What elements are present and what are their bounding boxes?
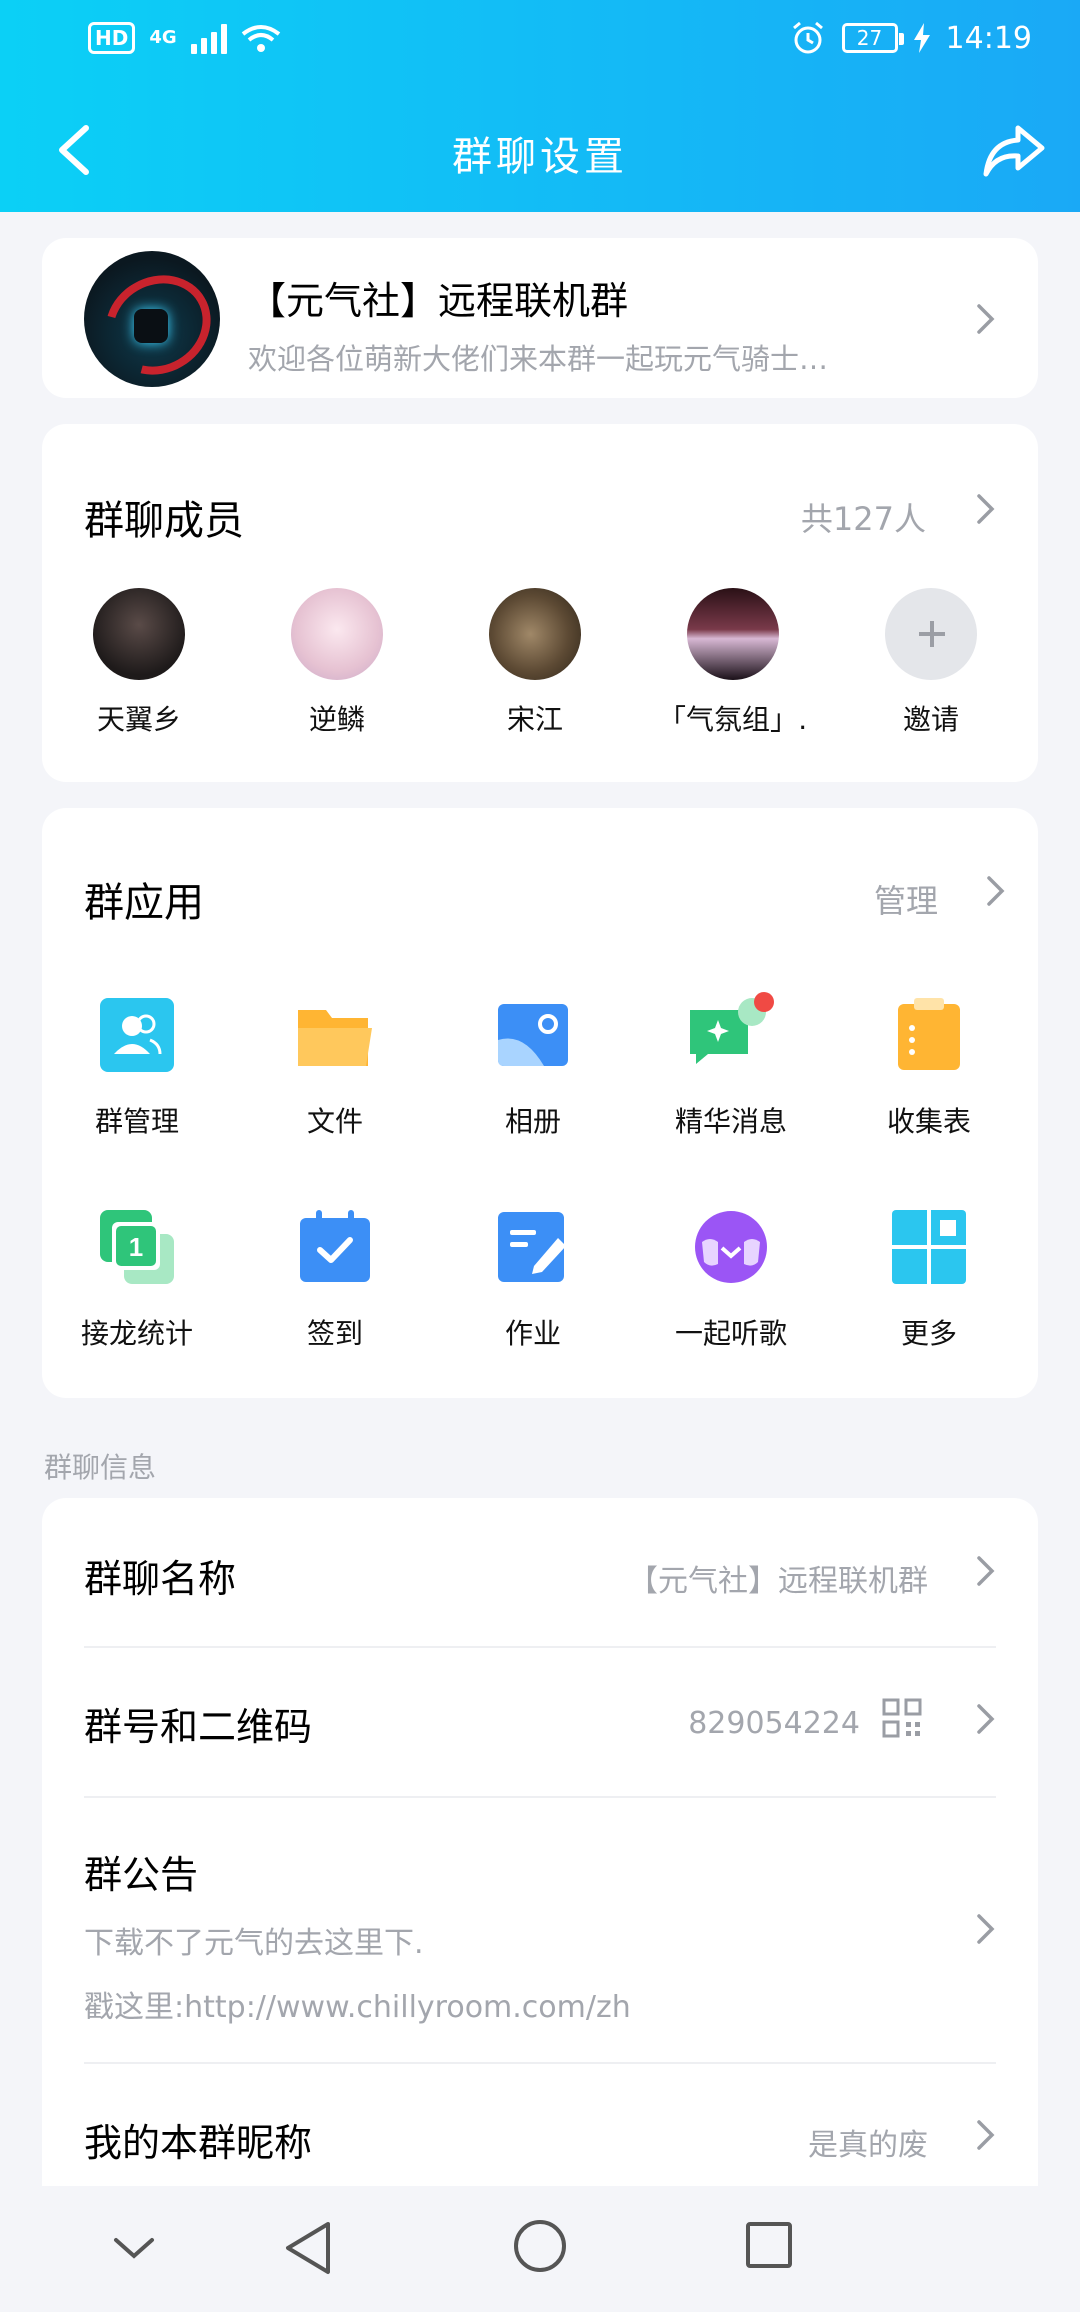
chevron-right-icon[interactable] <box>984 874 1008 908</box>
relay-icon: 1 <box>98 1208 176 1286</box>
app-label: 精华消息 <box>674 1105 787 1138</box>
app-album[interactable]: 相册 <box>438 996 628 1140</box>
clipboard-icon <box>890 996 968 1074</box>
members-title: 群聊成员 <box>84 498 244 544</box>
battery-indicator: 27 <box>841 23 904 53</box>
announcement-link[interactable]: 戳这里:http://www.chillyroom.com/zh <box>84 1982 631 2026</box>
apps-manage-link[interactable]: 管理 <box>874 876 938 922</box>
qr-code-icon <box>882 1698 922 1738</box>
group-avatar <box>84 251 220 387</box>
plus-icon <box>885 588 977 680</box>
page-title: 群聊设置 <box>452 134 628 180</box>
app-more[interactable]: 更多 <box>834 1208 1024 1352</box>
app-label: 签到 <box>306 1317 363 1350</box>
group-name: 【元气社】远程联机群 <box>248 279 629 323</box>
app-relay-stats[interactable]: 1 接龙统计 <box>42 1208 232 1352</box>
system-nav-bar <box>0 2186 1080 2312</box>
grid-icon <box>890 1208 968 1286</box>
album-icon <box>494 996 572 1074</box>
hd-indicator: HD <box>88 22 136 54</box>
member-item[interactable]: 天翼乡 <box>64 588 214 738</box>
row-label: 群聊名称 <box>84 1557 237 1601</box>
music-together-icon <box>692 1208 770 1286</box>
app-label: 接龙统计 <box>80 1317 193 1350</box>
chevron-right-icon <box>977 304 995 334</box>
folder-icon <box>296 996 374 1074</box>
app-collection-form[interactable]: 收集表 <box>834 996 1024 1140</box>
app-group-manage[interactable]: 群管理 <box>42 996 232 1140</box>
app-homework[interactable]: 作业 <box>438 1208 628 1352</box>
collapse-down-icon[interactable] <box>112 2236 156 2266</box>
announcement-text: 下载不了元气的去这里下. <box>84 1926 424 1961</box>
member-name: 宋江 <box>506 703 563 736</box>
member-count[interactable]: 共127人 <box>801 494 926 540</box>
member-avatar <box>93 588 185 680</box>
wifi-icon <box>241 25 280 52</box>
status-bar: HD 4G 27 14:19 <box>0 0 1080 84</box>
member-item[interactable]: 逆鳞 <box>262 588 412 738</box>
row-label: 我的本群昵称 <box>84 2121 313 2165</box>
row-label: 群号和二维码 <box>84 1705 313 1749</box>
member-item[interactable]: 「气氛组」… <box>658 588 808 738</box>
app-label: 更多 <box>900 1317 957 1350</box>
group-description: 欢迎各位萌新大佬们来本群一起玩元气骑士… <box>248 342 829 376</box>
alarm-icon <box>792 21 823 54</box>
row-value: 【元气社】远程联机群 <box>628 1564 928 1599</box>
app-label: 一起听歌 <box>674 1317 787 1350</box>
app-check-in[interactable]: 签到 <box>240 1208 430 1352</box>
signal-icon <box>190 22 227 54</box>
app-essence-messages[interactable]: 精华消息 <box>636 992 826 1140</box>
group-info-section-label: 群聊信息 <box>44 1451 157 1484</box>
header-bar: HD 4G 27 14:19 群聊设置 <box>0 0 1080 212</box>
app-label: 文件 <box>306 1105 363 1138</box>
announcement-row[interactable]: 群公告 下载不了元气的去这里下. 戳这里:http://www.chillyro… <box>42 1798 1038 2062</box>
nav-bar: 群聊设置 <box>0 100 1080 200</box>
apps-title: 群应用 <box>84 880 204 926</box>
invite-label: 邀请 <box>902 703 959 736</box>
chevron-right-icon <box>977 2120 995 2150</box>
group-id-value: 829054224 <box>688 1706 860 1741</box>
app-files[interactable]: 文件 <box>240 996 430 1140</box>
home-circle-icon[interactable] <box>512 2218 568 2278</box>
member-item[interactable]: 宋江 <box>460 588 610 738</box>
member-avatar <box>291 588 383 680</box>
network-type: 4G <box>149 27 177 48</box>
member-name: 逆鳞 <box>308 703 365 736</box>
app-label: 群管理 <box>94 1105 179 1138</box>
app-listen-together[interactable]: 一起听歌 <box>636 1208 826 1352</box>
row-value: 是真的废 <box>808 2128 928 2163</box>
homework-icon <box>494 1208 572 1286</box>
status-time: 14:19 <box>945 20 1032 56</box>
app-label: 作业 <box>504 1317 561 1350</box>
member-avatar <box>489 588 581 680</box>
calendar-check-icon <box>296 1208 374 1286</box>
chevron-right-icon <box>977 1556 995 1586</box>
group-id-qr-row[interactable]: 群号和二维码 829054224 <box>42 1648 1038 1796</box>
app-label: 收集表 <box>886 1105 971 1138</box>
svg-text:1: 1 <box>129 1232 143 1262</box>
my-nickname-row[interactable]: 我的本群昵称 是真的废 <box>42 2064 1038 2184</box>
chevron-right-icon <box>977 1704 995 1734</box>
app-label: 相册 <box>504 1105 561 1138</box>
chevron-right-icon <box>977 1914 995 1944</box>
group-profile-card[interactable]: 【元气社】远程联机群 欢迎各位萌新大佬们来本群一起玩元气骑士… <box>42 238 1038 398</box>
member-avatar <box>687 588 779 680</box>
group-name-row[interactable]: 群聊名称 【元气社】远程联机群 <box>42 1498 1038 1646</box>
share-icon[interactable] <box>982 120 1046 180</box>
row-label: 群公告 <box>84 1853 199 1897</box>
members-card: 群聊成员 共127人 天翼乡 逆鳞 宋江 「气氛组」… 邀请 <box>42 424 1038 782</box>
invite-member-button[interactable]: 邀请 <box>856 588 1006 738</box>
group-manage-icon <box>98 996 176 1074</box>
member-name: 「气氛组」… <box>658 703 808 736</box>
chevron-right-icon[interactable] <box>974 492 998 526</box>
group-apps-card: 群应用 管理 群管理 文件 相册 精华消息 收集表 1 接龙统计 签到 作业 一… <box>42 808 1038 1398</box>
essence-message-icon <box>690 992 774 1074</box>
back-triangle-icon[interactable] <box>284 2220 332 2280</box>
charging-icon <box>913 23 930 53</box>
member-name: 天翼乡 <box>96 703 181 736</box>
recent-apps-icon[interactable] <box>744 2220 794 2274</box>
